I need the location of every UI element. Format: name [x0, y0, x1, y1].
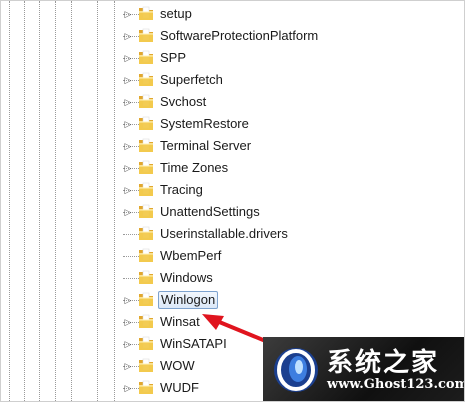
- chevron-right-icon[interactable]: ▷: [123, 206, 133, 218]
- folder-icon: [139, 160, 153, 174]
- chevron-right-icon[interactable]: ▷: [123, 338, 133, 350]
- tree-guide-line: [9, 1, 10, 401]
- tree-item[interactable]: ▷ Winlogon: [123, 290, 463, 310]
- tree-item[interactable]: ▷ Superfetch: [123, 70, 463, 90]
- tree-item-label: Windows: [160, 270, 213, 285]
- chevron-right-icon[interactable]: ▷: [123, 184, 133, 196]
- folder-icon: [139, 314, 153, 328]
- tree-guide-line: [55, 1, 56, 401]
- tree-item[interactable]: ▷ Winsat: [123, 312, 463, 332]
- registry-tree-panel: ▷ setup ▷ SoftwareProtectionPlatform ▷ SPP ▷ Su…: [0, 0, 465, 402]
- chevron-right-icon[interactable]: ▷: [123, 294, 133, 306]
- chevron-right-icon[interactable]: ▷: [123, 316, 133, 328]
- tree-item-label: SystemRestore: [160, 116, 249, 131]
- folder-icon: [139, 204, 153, 218]
- tree-item-label: Superfetch: [160, 72, 223, 87]
- tree-guide-line: [24, 1, 25, 401]
- tree-item-label: UnattendSettings: [160, 204, 260, 219]
- chevron-right-icon[interactable]: ▷: [123, 8, 133, 20]
- tree-item-label: Winlogon: [158, 291, 219, 309]
- chevron-right-icon[interactable]: ▷: [123, 360, 133, 372]
- tree-item[interactable]: ▷ SystemRestore: [123, 114, 463, 134]
- tree-item[interactable]: ▷ Svchost: [123, 92, 463, 112]
- folder-icon: [139, 270, 153, 284]
- tree-item[interactable]: ▷ Terminal Server: [123, 136, 463, 156]
- folder-icon: [139, 28, 153, 42]
- folder-icon: [139, 336, 153, 350]
- tree-item[interactable]: ▷ SoftwareProtectionPlatform: [123, 26, 463, 46]
- folder-icon: [139, 6, 153, 20]
- tree-item[interactable]: ▷ UnattendSettings: [123, 202, 463, 222]
- folder-icon: [139, 94, 153, 108]
- tree-item-label: SPP: [160, 50, 187, 65]
- folder-icon: [139, 292, 153, 306]
- tree-item[interactable]: ▷WbemPerf: [123, 246, 463, 266]
- folder-icon: [139, 358, 153, 372]
- tree-item[interactable]: ▷ Tracing: [123, 180, 463, 200]
- chevron-right-icon[interactable]: ▷: [123, 74, 133, 86]
- tree-guide-line: [97, 1, 98, 401]
- watermark-title: 系统之家: [327, 348, 440, 378]
- folder-icon: [139, 226, 153, 240]
- folder-icon: [139, 116, 153, 130]
- folder-icon: [139, 380, 153, 394]
- tree-item-label: Svchost: [160, 94, 207, 109]
- tree-guide-line: [114, 1, 115, 401]
- chevron-right-icon[interactable]: ▷: [123, 118, 133, 130]
- tree-item-label: Time Zones: [160, 160, 229, 175]
- chevron-right-icon[interactable]: ▷: [123, 162, 133, 174]
- tree-item-label: setup: [160, 6, 192, 21]
- chevron-right-icon[interactable]: ▷: [123, 52, 133, 64]
- folder-icon: [139, 248, 153, 262]
- folder-icon: [139, 182, 153, 196]
- tree-item-label: Tracing: [160, 182, 203, 197]
- tree-item-label: Terminal Server: [160, 138, 252, 153]
- tree-item[interactable]: ▷Windows: [123, 268, 463, 288]
- tree-item-label: WbemPerf: [160, 248, 222, 263]
- ghost-logo-icon: [274, 348, 318, 392]
- tree-item-label: SoftwareProtectionPlatform: [160, 28, 319, 43]
- tree-item[interactable]: ▷ Time Zones: [123, 158, 463, 178]
- folder-icon: [139, 72, 153, 86]
- tree-item[interactable]: ▷ setup: [123, 4, 463, 24]
- chevron-right-icon[interactable]: ▷: [123, 96, 133, 108]
- tree-item-label: WUDF: [160, 380, 199, 395]
- folder-icon: [139, 50, 153, 64]
- chevron-right-icon[interactable]: ▷: [123, 140, 133, 152]
- tree-item-label: Userinstallable.drivers: [160, 226, 288, 241]
- tree-item[interactable]: ▷Userinstallable.drivers: [123, 224, 463, 244]
- tree-item[interactable]: ▷ SPP: [123, 48, 463, 68]
- tree-item-label: WOW: [160, 358, 195, 373]
- tree-guide-line: [71, 1, 72, 401]
- tree-guide-line: [39, 1, 40, 401]
- watermark-url: www.Ghost123.com: [327, 377, 465, 392]
- watermark-banner: 系统之家 www.Ghost123.com: [263, 337, 465, 401]
- folder-icon: [139, 138, 153, 152]
- chevron-right-icon[interactable]: ▷: [123, 30, 133, 42]
- chevron-right-icon[interactable]: ▷: [123, 382, 133, 394]
